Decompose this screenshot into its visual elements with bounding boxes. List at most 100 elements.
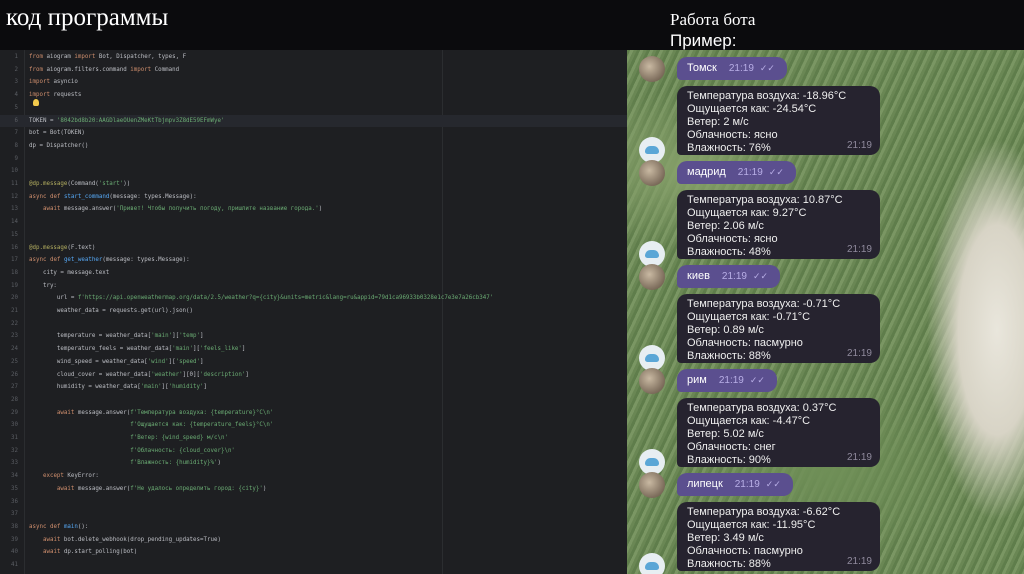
line-number: 31 [11,435,18,441]
code-text: temperature_feels = weather_data['main']… [29,346,246,353]
code-line[interactable]: 41 [0,559,627,571]
code-text: f'Облачность: {cloud_cover}\n' [130,447,235,454]
code-line[interactable]: 25 wind_speed = weather_data['wind']['sp… [0,356,627,368]
line-number: 16 [11,244,18,251]
line-number: 33 [11,460,18,467]
code-line[interactable]: 11 @dp.message(Command('start')) [0,178,627,190]
code-line[interactable]: 5 [0,102,627,114]
code-text: url = f'https://api.openweathermap.org/d… [29,295,494,302]
code-line[interactable]: 6 TOKEN = '8042bd8b20:AAGDlaeOUenZMeKtTbj… [0,114,627,127]
code-text: cloud_cover = weather_data['weather'][0]… [29,371,249,378]
code-line[interactable]: 36 [0,496,627,508]
bot-reply-message[interactable]: Температура воздуха: 0.37°C Ощущается как… [677,398,880,467]
line-number: 25 [11,358,18,365]
code-text: temperature = weather_data['main']['temp… [29,333,204,340]
code-line[interactable]: 30 f'Ощущается как: {temperature_feels}°… [0,419,627,431]
line-number: 1 [14,54,19,60]
code-line[interactable]: 38 async def main(): [0,521,627,533]
message-time: 21:19 [846,556,872,567]
code-text: try: [29,282,57,289]
line-number: 6 [14,117,19,124]
code-line[interactable]: 31 f'Ветер: {wind_speed} м/с\n' [0,432,627,444]
code-line[interactable]: 28 [0,394,627,406]
line-number: 8 [14,142,19,149]
code-text: @dp.message(F.text) [29,244,96,251]
code-line[interactable]: 13 await message.answer('Привет! Чтобы п… [0,203,627,215]
code-line[interactable]: 19 try: [0,280,627,292]
line-number: 7 [14,130,19,137]
code-line[interactable]: 8 dp = Dispatcher() [0,140,627,152]
code-line[interactable]: 40 await dp.start_polling(bot) [0,546,627,558]
code-text: bot = Bot(TOKEN) [29,130,85,137]
line-number: 37 [11,511,18,518]
code-line[interactable]: 2 from aiogram.filters.command import Com… [0,64,627,76]
code-line[interactable]: 21 weather_data = requests.get(url).json… [0,305,627,317]
outgoing-message[interactable]: мадрид 21:19 ✓✓ [677,161,796,184]
user-avatar[interactable] [639,472,665,498]
line-number: 5 [14,104,19,111]
line-number: 17 [11,257,18,264]
code-line[interactable]: 37 [0,508,627,520]
code-line[interactable]: 15 [0,229,627,241]
user-avatar[interactable] [639,56,665,82]
line-number: 23 [11,333,18,340]
code-line[interactable]: 3 import asyncio [0,76,627,88]
outgoing-message[interactable]: Томск 21:19 ✓✓ [677,57,787,80]
bot-reply-message[interactable]: Температура воздуха: -18.96°C Ощущается к… [677,86,880,155]
code-line[interactable]: 27 humidity = weather_data['main']['humi… [0,381,627,393]
code-line[interactable]: 17 async def get_weather(message: types.M… [0,254,627,266]
code-text: wind_speed = weather_data['wind']['speed… [29,358,204,365]
code-line[interactable]: 26 cloud_cover = weather_data['weather']… [0,369,627,381]
line-number: 24 [11,346,18,353]
code-line[interactable]: 33 f'Влажность: {humidity}%') [0,457,627,469]
code-line[interactable]: 9 [0,153,627,165]
code-text: await message.answer('Привет! Чтобы полу… [42,206,323,213]
code-line[interactable]: 35 await message.answer(f'Не удалось опр… [0,483,627,495]
line-number: 15 [11,231,18,238]
user-avatar[interactable] [639,160,665,186]
code-line[interactable]: 39 await bot.delete_webhook(drop_pending… [0,534,627,546]
page-title: код программы [6,4,169,31]
code-line[interactable]: 22 [0,318,627,330]
code-line[interactable]: 34 except KeyError: [0,470,627,482]
outgoing-message[interactable]: рим 21:19 ✓✓ [677,369,777,392]
code-line[interactable]: 10 [0,165,627,177]
reply-line: Облачность: пасмурно [687,545,803,557]
line-number: 11 [11,181,18,187]
code-line[interactable]: 14 [0,216,627,228]
code-line[interactable]: 18 city = message.text [0,267,627,279]
reply-line: Облачность: пасмурно [687,337,803,349]
message-time: 21:19 [846,244,872,255]
code-text: except KeyError: [42,473,99,480]
code-line[interactable]: 7 bot = Bot(TOKEN) [0,127,627,139]
outgoing-message[interactable]: липецк 21:19 ✓✓ [677,473,793,496]
code-line[interactable]: 24 temperature_feels = weather_data['mai… [0,343,627,355]
telegram-chat: Томск 21:19 ✓✓ Температура воздуха: -18.96°… [627,50,1024,574]
bot-reply-message[interactable]: Температура воздуха: -6.62°C Ощущается ка… [677,502,880,571]
code-line[interactable]: 29 await message.answer(f'Температура во… [0,407,627,419]
reply-line: Ветер: 0.89 м/с [687,324,764,336]
reply-line: Ветер: 3.49 м/с [687,532,764,544]
code-line[interactable]: 1 from aiogram import Bot, Dispatcher, ty… [0,51,627,63]
message-text: киев [687,270,710,282]
code-text: dp = Dispatcher() [29,142,89,149]
code-text: city = message.text [29,269,110,276]
code-line[interactable]: 32 f'Облачность: {cloud_cover}\n' [0,445,627,457]
reply-line: Влажность: 76% [687,142,771,154]
code-line[interactable]: 12 async def start_command(message: types… [0,191,627,203]
code-line[interactable]: 23 temperature = weather_data['main']['t… [0,330,627,342]
user-avatar[interactable] [639,264,665,290]
code-text: f'Ветер: {wind_speed} м/с\n' [130,435,228,441]
bot-reply-message[interactable]: Температура воздуха: -0.71°C Ощущается ка… [677,294,880,363]
outgoing-message[interactable]: киев 21:19 ✓✓ [677,265,781,288]
read-checkmarks-icon: ✓✓ [749,375,765,385]
code-line[interactable]: 4 import requests [0,89,627,101]
code-line[interactable]: 20 url = f'https://api.openweathermap.or… [0,292,627,304]
bot-avatar[interactable] [639,553,665,574]
user-avatar[interactable] [639,368,665,394]
bot-reply-message[interactable]: Температура воздуха: 10.87°C Ощущается ка… [677,190,880,259]
line-number: 4 [14,92,19,99]
code-text: weather_data = requests.get(url).json() [29,308,194,314]
code-text: TOKEN = '8042bd8b20:AAGDlaeOUenZMeKtTbjm… [29,117,225,124]
code-line[interactable]: 16 @dp.message(F.text) [0,242,627,254]
